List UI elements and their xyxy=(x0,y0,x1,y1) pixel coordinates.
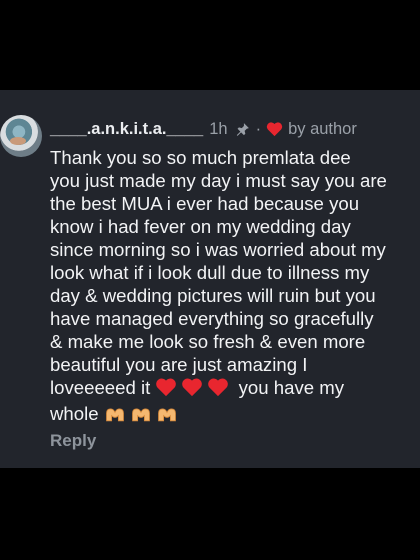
meta-separator: · xyxy=(255,119,262,138)
red-heart-emoji xyxy=(207,377,229,402)
body-line: the best MUA i ever had because you xyxy=(50,193,360,214)
body-line: since morning so i was worried about my xyxy=(50,239,386,260)
red-heart-icon xyxy=(266,121,283,137)
body-line: have managed everything so gracefully xyxy=(50,308,374,329)
body-text: you have my xyxy=(238,377,345,398)
comment-body: Thank you so so much premlata dee you ju… xyxy=(50,146,420,428)
body-line: day & wedding pictures will ruin but you xyxy=(50,285,376,306)
timestamp: 1h xyxy=(209,119,228,138)
author-label: by author xyxy=(288,119,357,138)
heart-hands-emoji xyxy=(104,405,126,428)
body-line: whole xyxy=(50,402,420,428)
red-heart-emoji xyxy=(181,377,203,402)
username[interactable]: ____.a.n.k.i.t.a.____ xyxy=(50,120,203,139)
heart-hands-emoji xyxy=(130,405,152,428)
comment-card: ____.a.n.k.i.t.a.____ 1h · by author Tha… xyxy=(0,90,420,468)
reply-button[interactable]: Reply xyxy=(50,431,96,451)
pin-icon xyxy=(234,121,251,138)
body-line: look what if i look dull due to illness … xyxy=(50,262,370,283)
heart-hands-emoji xyxy=(156,405,178,428)
body-line: loveeeeed it you have my xyxy=(50,376,420,402)
body-line: Thank you so so much premlata dee xyxy=(50,147,351,168)
body-line: & make me look so fresh & even more xyxy=(50,331,366,352)
body-line: know i had fever on my wedding day xyxy=(50,216,351,237)
avatar[interactable] xyxy=(0,115,42,157)
body-text: loveeeeed it xyxy=(50,377,151,398)
body-text: whole xyxy=(50,403,99,424)
body-line: you just made my day i must say you are xyxy=(50,170,387,191)
body-line: beautiful you are just amazing I xyxy=(50,354,308,375)
comment-meta: ____.a.n.k.i.t.a.____ 1h · by author xyxy=(50,118,420,140)
red-heart-emoji xyxy=(155,377,177,402)
